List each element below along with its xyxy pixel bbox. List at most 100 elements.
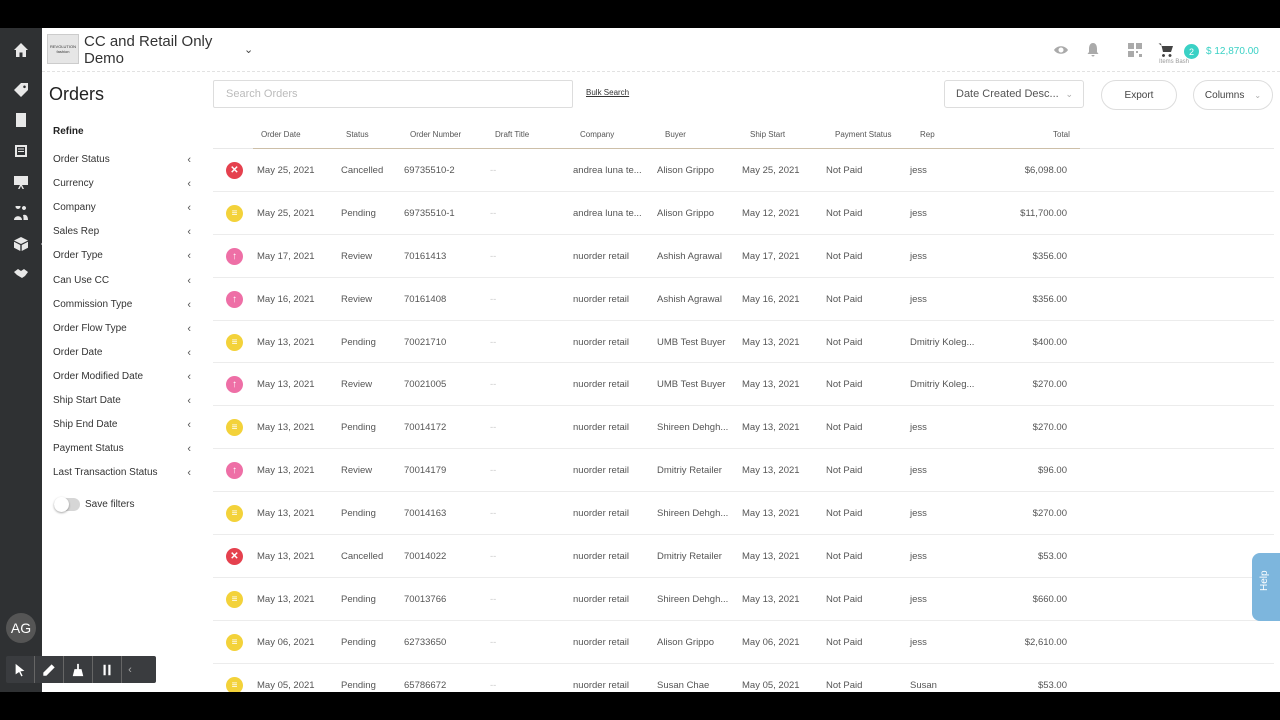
cell-status: Pending [341, 679, 376, 691]
home-icon[interactable] [11, 40, 31, 60]
pointer-icon[interactable] [6, 656, 35, 683]
catalog-icon[interactable] [11, 110, 31, 130]
review-status-icon: ↑ [226, 462, 243, 480]
collapse-chevron-icon[interactable]: ‹ [122, 656, 138, 683]
filter-label: Currency [53, 178, 94, 190]
cell-rep: Dmitriy Koleg... [910, 379, 975, 391]
columns-button[interactable]: Columns ⌄ [1193, 80, 1273, 110]
filter-item[interactable]: Last Transaction Status ‹ [53, 467, 193, 483]
cell-rep: jess [910, 465, 927, 477]
filter-label: Order Flow Type [53, 322, 127, 334]
chevron-left-icon: ‹ [187, 322, 191, 335]
filter-item[interactable]: Currency ‹ [53, 178, 193, 194]
cell-payment-status: Not Paid [826, 422, 863, 434]
filter-item[interactable]: Order Flow Type ‹ [53, 323, 193, 339]
filter-item[interactable]: Order Date ‹ [53, 347, 193, 363]
cell-order-date: May 25, 2021 [257, 165, 315, 176]
cell-order-date: May 13, 2021 [257, 422, 315, 434]
customers-icon[interactable] [11, 204, 31, 224]
save-filters-toggle[interactable] [54, 497, 80, 512]
column-header[interactable]: Ship Start [750, 130, 785, 139]
table-header: Order Date Status Order Number Draft Tit… [213, 122, 1274, 149]
cart-total[interactable]: $ 12,870.00 [1206, 46, 1259, 57]
store-logo[interactable]: REVOLUTION fashion [47, 34, 79, 64]
broom-icon[interactable] [64, 656, 93, 683]
export-button[interactable]: Export [1101, 80, 1177, 110]
table-row[interactable]: ↑ May 13, 2021 Review 70014179 -- nuorder ret… [213, 449, 1274, 493]
cell-payment-status: Not Paid [826, 207, 863, 219]
table-row[interactable]: ≡ May 13, 2021 Pending 70014172 -- nuorder re… [213, 406, 1274, 450]
table-row[interactable]: ↑ May 17, 2021 Review 70161413 -- nuorder ret… [213, 235, 1274, 278]
filter-item[interactable]: Order Modified Date ‹ [53, 371, 193, 387]
filter-label: Last Transaction Status [53, 467, 158, 479]
filter-label: Order Date [53, 346, 103, 358]
column-header[interactable]: Payment Status [835, 130, 891, 139]
cell-buyer: Ashish Agrawal [657, 293, 722, 305]
column-header[interactable]: Status [346, 130, 369, 139]
chevron-left-icon: ‹ [187, 443, 191, 456]
column-header[interactable]: Order Number [410, 130, 461, 139]
sort-select[interactable]: Date Created Desc... ⌄ [944, 80, 1084, 108]
pen-icon[interactable] [35, 656, 64, 683]
orders-box-icon[interactable] [11, 234, 47, 254]
filter-item[interactable]: Order Status ‹ [53, 154, 193, 170]
table-row[interactable]: ≡ May 13, 2021 Pending 70021710 -- nuorder re… [213, 321, 1274, 364]
column-header[interactable]: Total [1053, 130, 1070, 139]
table-row[interactable]: ✕ May 25, 2021 Cancelled 69735510-2 -- andrea… [213, 149, 1274, 192]
eye-icon[interactable] [1053, 42, 1069, 58]
bulk-search-link[interactable]: Bulk Search [586, 88, 629, 97]
filter-item[interactable]: Commission Type ‹ [53, 299, 193, 315]
filter-item[interactable]: Can Use CC ‹ [53, 275, 193, 291]
orders-table: Order Date Status Order Number Draft Tit… [213, 122, 1274, 692]
chevron-left-icon: ‹ [187, 419, 191, 432]
search-input[interactable]: Search Orders [213, 80, 573, 108]
table-row[interactable]: ≡ May 13, 2021 Pending 70013766 -- nuorder re… [213, 578, 1274, 621]
table-row[interactable]: ≡ May 25, 2021 Pending 69735510-1 -- andrea l… [213, 192, 1274, 235]
handshake-icon[interactable] [11, 264, 31, 284]
cell-order-date: May 13, 2021 [257, 593, 315, 605]
table-row[interactable]: ≡ May 13, 2021 Pending 70014163 -- nuorder re… [213, 492, 1274, 536]
filter-item[interactable]: Company ‹ [53, 202, 193, 218]
column-header[interactable]: Draft Title [495, 130, 529, 139]
table-row[interactable]: ↑ May 16, 2021 Review 70161408 -- nuorder ret… [213, 278, 1274, 321]
filter-item[interactable]: Ship End Date ‹ [53, 419, 193, 435]
help-tab[interactable]: Help [1252, 553, 1280, 621]
chevron-left-icon: ‹ [187, 250, 191, 263]
column-header[interactable]: Order Date [261, 130, 301, 139]
pending-status-icon: ≡ [226, 419, 243, 437]
filter-item[interactable]: Sales Rep ‹ [53, 226, 193, 242]
cell-rep: jess [910, 422, 927, 434]
store-name[interactable]: CC and Retail Only Demo [84, 33, 224, 67]
cell-order-number: 70013766 [404, 593, 447, 605]
table-row[interactable]: ≡ May 05, 2021 Pending 65786672 -- nuorder re… [213, 664, 1274, 692]
filter-item[interactable]: Order Type ‹ [53, 250, 193, 266]
column-header[interactable]: Company [580, 130, 614, 139]
table-row[interactable]: ↑ May 13, 2021 Review 70021005 -- nuorder ret… [213, 363, 1274, 407]
avatar[interactable]: AG [6, 613, 36, 643]
linesheet-icon[interactable] [11, 141, 31, 161]
qr-icon[interactable] [1127, 42, 1143, 58]
cell-payment-status: Not Paid [826, 551, 863, 563]
filter-item[interactable]: Ship Start Date ‹ [53, 395, 193, 411]
cell-status: Pending [341, 636, 376, 648]
chevron-down-icon[interactable]: ⌄ [244, 43, 253, 56]
tag-icon[interactable] [11, 80, 31, 100]
bell-icon[interactable] [1085, 42, 1101, 58]
cart-icon[interactable] [1158, 42, 1174, 58]
filter-label: Ship End Date [53, 419, 118, 431]
pause-icon[interactable] [93, 656, 122, 683]
cell-order-date: May 13, 2021 [257, 508, 315, 520]
cell-company: nuorder retail [573, 293, 629, 305]
table-row[interactable]: ✕ May 13, 2021 Cancelled 70014022 -- nuorder … [213, 535, 1274, 578]
table-row[interactable]: ≡ May 06, 2021 Pending 62733650 -- nuorder re… [213, 621, 1274, 664]
cell-order-number: 70014172 [404, 422, 447, 434]
column-header[interactable]: Buyer [665, 130, 686, 139]
cell-draft-title: -- [490, 379, 497, 391]
presentation-icon[interactable] [11, 172, 31, 192]
cell-company: andrea luna te... [573, 165, 642, 176]
filter-item[interactable]: Payment Status ‹ [53, 443, 193, 459]
column-header[interactable]: Rep [920, 130, 935, 139]
sort-select-value: Date Created Desc... [956, 88, 1059, 100]
cell-buyer: Ashish Agrawal [657, 250, 722, 262]
cart-count-badge[interactable]: 2 [1184, 44, 1199, 59]
